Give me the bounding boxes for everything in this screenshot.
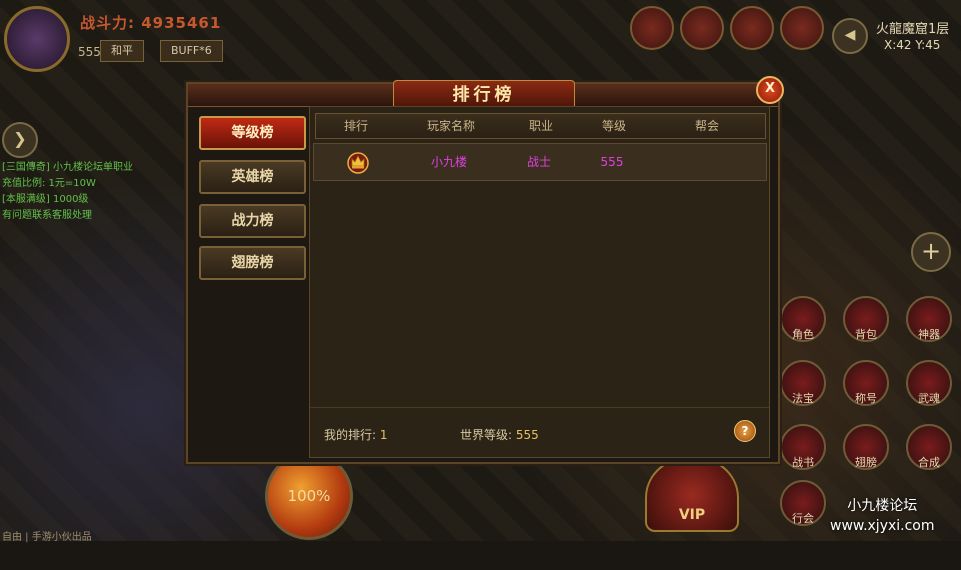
- leaderboard-panel: 排行榜 X 等级榜 英雄榜 战力榜 翅膀榜 排行 玩家名称 职业 等级 帮会 小…: [186, 76, 784, 464]
- event-icon[interactable]: [730, 6, 774, 50]
- crown-icon: [347, 152, 369, 174]
- player-avatar[interactable]: [4, 6, 70, 72]
- ranking-content: 排行 玩家名称 职业 等级 帮会 小九楼 战士 555 我的排行: 1 世界等级…: [309, 106, 770, 458]
- combat-power: 战斗力: 4935461: [80, 14, 222, 32]
- column-header: 等级: [601, 119, 626, 133]
- collapse-arrow-icon[interactable]: ◀: [832, 18, 868, 54]
- artifact-button[interactable]: 神器: [906, 296, 952, 342]
- player-guild: [650, 144, 760, 180]
- chat-line: [本服满级] 1000级: [2, 194, 89, 205]
- plus-icon[interactable]: +: [911, 232, 951, 272]
- my-rank-value: 1: [379, 428, 388, 442]
- battle-book-button[interactable]: 战书: [780, 424, 826, 470]
- world-level-value: 555: [515, 428, 539, 442]
- event-icon[interactable]: [680, 6, 724, 50]
- top-hud: 战斗力: 4935461 555 和平 BUFF*6 ◀ 火龍魔窟1层 X:42…: [0, 0, 961, 72]
- map-name: 火龍魔窟1层: [876, 22, 950, 37]
- map-coords: X:42 Y:45: [884, 38, 941, 52]
- tab-hero-ranking[interactable]: 英雄榜: [199, 160, 306, 194]
- tab-level-ranking[interactable]: 等级榜: [199, 116, 306, 150]
- table-header: 排行 玩家名称 职业 等级 帮会: [315, 113, 766, 139]
- column-header: 职业: [528, 119, 553, 133]
- soul-button[interactable]: 武魂: [906, 360, 952, 406]
- synthesis-button[interactable]: 合成: [906, 424, 952, 470]
- bag-button[interactable]: 背包: [843, 296, 889, 342]
- hp-orb: 100%: [265, 452, 353, 540]
- world-level: 世界等级: 555: [460, 428, 539, 442]
- close-icon[interactable]: X: [756, 76, 784, 104]
- player-level: 555: [78, 45, 101, 59]
- tab-wings-ranking[interactable]: 翅膀榜: [199, 246, 306, 280]
- chat-line: 有问题联系客服处理: [2, 210, 92, 221]
- column-header: 排行: [343, 119, 368, 133]
- expand-arrow-icon[interactable]: ❯: [2, 122, 38, 158]
- column-header: 玩家名称: [426, 119, 475, 133]
- help-icon[interactable]: ?: [734, 420, 756, 442]
- player-name: 小九楼: [430, 155, 467, 169]
- table-row[interactable]: 小九楼 战士 555: [313, 143, 767, 181]
- vip-badge[interactable]: VIP: [645, 458, 739, 532]
- event-icon[interactable]: [630, 6, 674, 50]
- title-button[interactable]: 称号: [843, 360, 889, 406]
- player-level-cell: 555: [600, 155, 624, 169]
- buff-button[interactable]: BUFF*6: [160, 40, 223, 62]
- my-rank: 我的排行: 1: [324, 428, 388, 442]
- watermark: 小九楼论坛 www.xjyxi.com: [830, 498, 935, 534]
- column-header: 帮会: [694, 119, 719, 133]
- wings-button[interactable]: 翅膀: [843, 424, 889, 470]
- guild-button[interactable]: 行会: [780, 480, 826, 526]
- chat-line: 充值比例: 1元=10W: [2, 178, 96, 189]
- chat-line: [三国傳奇] 小九楼论坛单职业: [2, 162, 133, 173]
- treasure-button[interactable]: 法宝: [780, 360, 826, 406]
- ranking-footer: 我的排行: 1 世界等级: 555 ?: [310, 407, 769, 458]
- pk-mode-button[interactable]: 和平: [100, 40, 144, 62]
- chat-log: [三国傳奇] 小九楼论坛单职业 充值比例: 1元=10W [本服满级] 1000…: [2, 160, 133, 224]
- role-button[interactable]: 角色: [780, 296, 826, 342]
- event-icon[interactable]: [780, 6, 824, 50]
- tab-power-ranking[interactable]: 战力榜: [199, 204, 306, 238]
- player-class: 战士: [526, 155, 551, 169]
